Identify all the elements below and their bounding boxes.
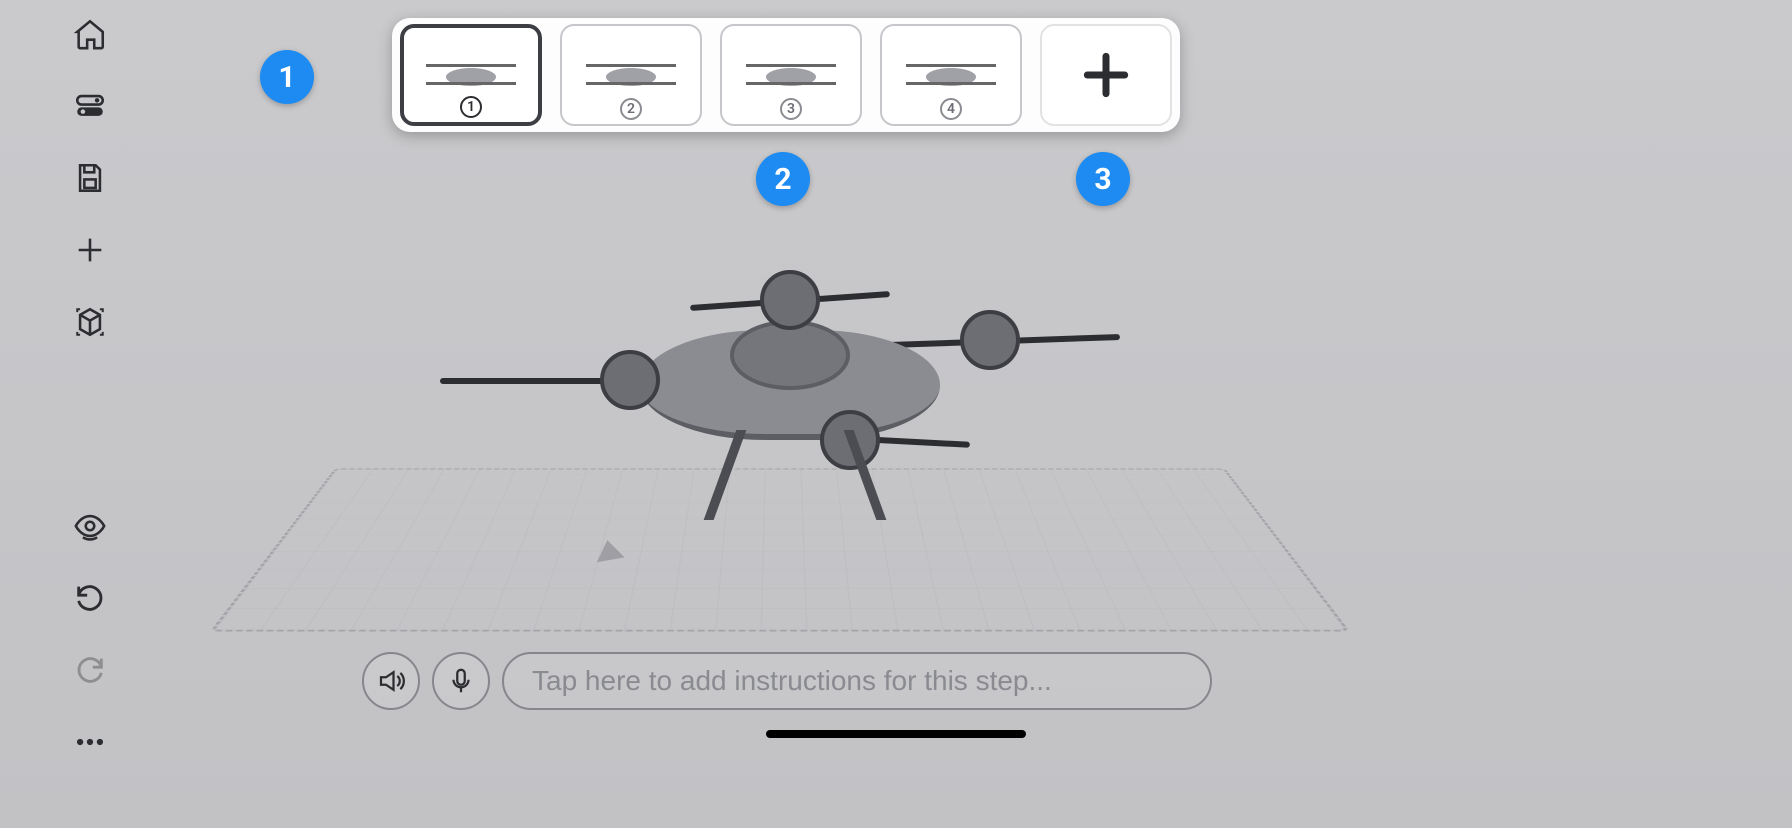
plus-icon bbox=[73, 233, 107, 267]
microphone-icon bbox=[446, 666, 476, 696]
instruction-bar bbox=[362, 652, 1212, 710]
annotation-badge-1: 1 bbox=[260, 50, 314, 104]
save-icon bbox=[73, 161, 107, 195]
ar-cube-icon bbox=[73, 305, 107, 339]
annotation-badge-3: 3 bbox=[1076, 152, 1130, 206]
layers-toggle-button[interactable] bbox=[70, 86, 110, 126]
eye-icon bbox=[73, 509, 107, 543]
drone-thumbnail-icon bbox=[586, 50, 676, 100]
home-indicator bbox=[766, 730, 1026, 738]
step-number: 3 bbox=[780, 98, 802, 120]
undo-button[interactable] bbox=[70, 578, 110, 618]
redo-button[interactable] bbox=[70, 650, 110, 690]
audio-button[interactable] bbox=[362, 652, 420, 710]
microphone-button[interactable] bbox=[432, 652, 490, 710]
ar-view-button[interactable] bbox=[70, 302, 110, 342]
speaker-icon bbox=[376, 666, 406, 696]
more-button[interactable] bbox=[70, 722, 110, 762]
drone-thumbnail-icon bbox=[426, 50, 516, 100]
step-number: 4 bbox=[940, 98, 962, 120]
step-number: 1 bbox=[460, 96, 482, 118]
left-toolbar bbox=[60, 14, 120, 762]
add-object-button[interactable] bbox=[70, 230, 110, 270]
home-icon bbox=[73, 17, 107, 51]
step-number: 2 bbox=[620, 98, 642, 120]
add-step-button[interactable] bbox=[1040, 24, 1172, 126]
layers-toggle-icon bbox=[73, 89, 107, 123]
step-thumb-4[interactable]: 4 bbox=[880, 24, 1022, 126]
ground-grid bbox=[210, 468, 1350, 631]
drone-thumbnail-icon bbox=[746, 50, 836, 100]
step-thumb-1[interactable]: 1 bbox=[400, 24, 542, 126]
redo-icon bbox=[73, 653, 107, 687]
steps-strip: 1 2 3 4 bbox=[392, 18, 1180, 132]
step-thumb-3[interactable]: 3 bbox=[720, 24, 862, 126]
step-thumb-2[interactable]: 2 bbox=[560, 24, 702, 126]
instruction-input[interactable] bbox=[502, 652, 1212, 710]
more-icon bbox=[73, 725, 107, 759]
home-button[interactable] bbox=[70, 14, 110, 54]
plus-icon bbox=[1078, 47, 1134, 103]
drone-thumbnail-icon bbox=[906, 50, 996, 100]
save-button[interactable] bbox=[70, 158, 110, 198]
visibility-button[interactable] bbox=[70, 506, 110, 546]
annotation-badge-2: 2 bbox=[756, 152, 810, 206]
undo-icon bbox=[73, 581, 107, 615]
